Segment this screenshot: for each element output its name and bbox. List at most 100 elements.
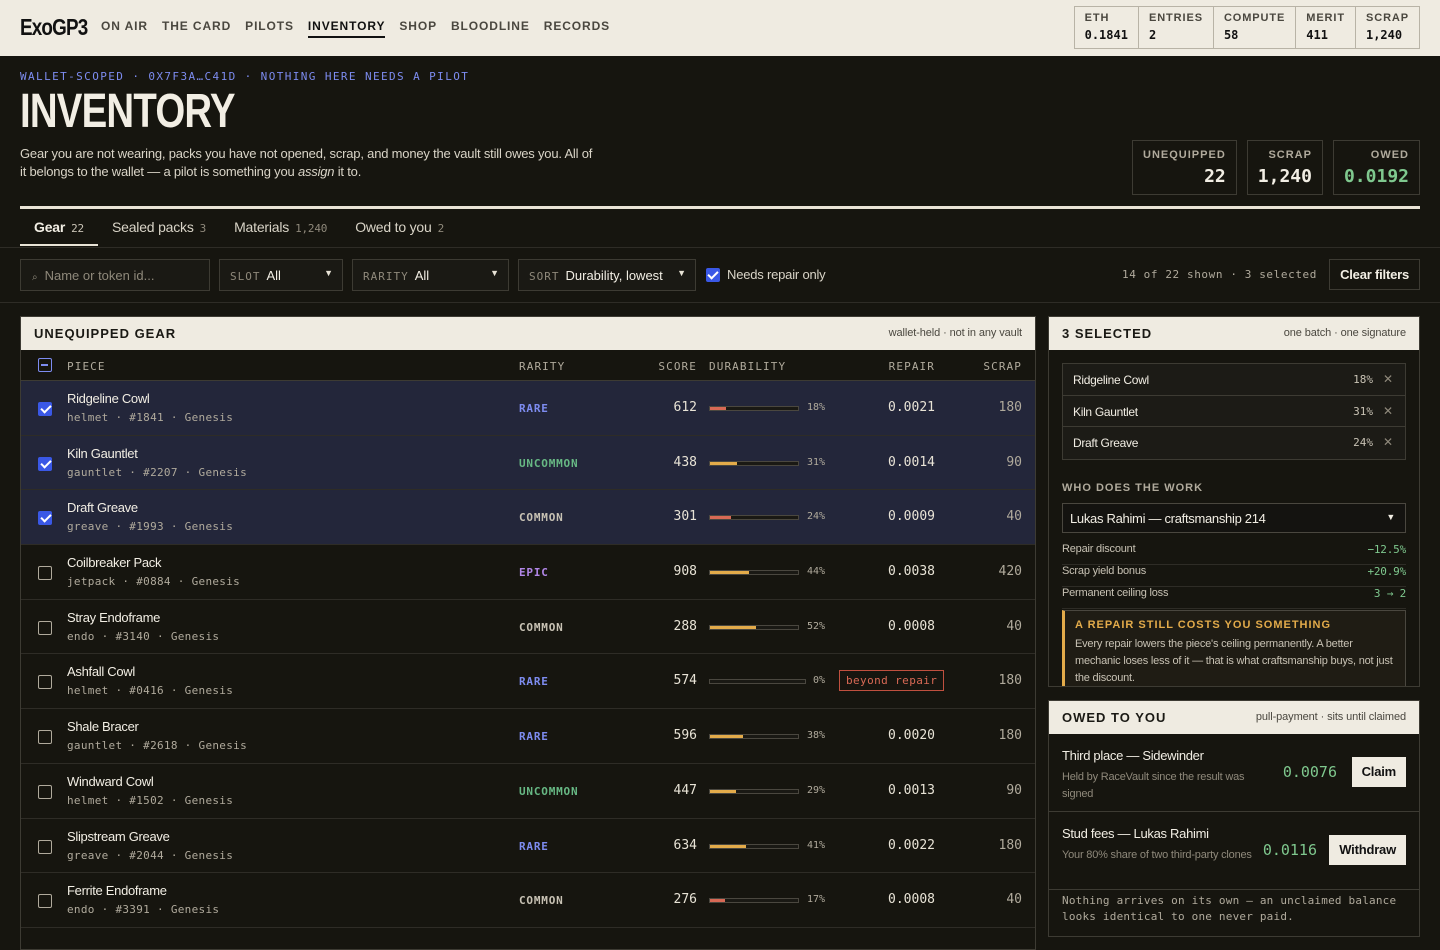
chevron-down-icon: ▼ — [324, 268, 333, 278]
wallet-compute: COMPUTE 58 — [1214, 7, 1297, 48]
score-value: 276 — [673, 892, 697, 908]
durability-fill — [710, 625, 756, 629]
piece-name: Stray Endoframe — [67, 609, 161, 625]
table-row[interactable]: Stray Endoframe endo · #3140 · Genesis COM… — [21, 600, 1035, 655]
durability-percent: 29% — [807, 784, 826, 796]
results-count: 14 of 22 shown · 3 selected — [1121, 268, 1317, 281]
nav-pilots[interactable]: PILOTS — [245, 19, 294, 38]
row-checkbox[interactable] — [38, 894, 52, 909]
wallet-value: 0.1841 — [1084, 28, 1128, 42]
select-all-checkbox[interactable] — [38, 358, 52, 372]
row-checkbox[interactable] — [38, 456, 52, 471]
row-checkbox[interactable] — [38, 675, 52, 690]
table-row[interactable]: Ferrite Endoframe endo · #3391 · Genesis C… — [21, 873, 1035, 928]
durability-fill — [710, 899, 725, 903]
col-repair[interactable]: REPAIR — [889, 360, 935, 373]
search-icon: ⌕ — [32, 272, 38, 283]
close-icon[interactable]: ✕ — [1383, 435, 1393, 449]
table-row[interactable]: Ridgeline Cowl helmet · #1841 · Genesis RA… — [21, 381, 1035, 436]
repair-only-checkbox[interactable] — [706, 268, 720, 282]
close-icon[interactable]: ✕ — [1383, 372, 1393, 386]
wallet-label: ENTRIES — [1148, 12, 1203, 24]
search-input[interactable]: ⌕ Name or token id... — [20, 259, 210, 291]
withdraw-button[interactable]: Withdraw — [1329, 835, 1406, 865]
durability-bar — [709, 898, 799, 904]
slot-label: SLOT — [230, 270, 261, 283]
mechanic-select[interactable]: Lukas Rahimi — craftsmanship 214 ▼ — [1062, 503, 1406, 533]
tab-materials[interactable]: Materials 1,240 — [220, 210, 341, 246]
rarity-label: COMMON — [519, 620, 564, 634]
selection-panel-header: 3 SELECTED one batch · one signature — [1049, 317, 1419, 350]
rarity-label: EPIC — [519, 566, 549, 580]
table-row[interactable]: Ashfall Cowl helmet · #0416 · Genesis RARE… — [21, 654, 1035, 710]
clear-filters-button[interactable]: Clear filters — [1329, 259, 1420, 290]
table-row[interactable]: Slipstream Greave greave · #2044 · Genesi… — [21, 819, 1035, 874]
selected-items-list: Ridgeline Cowl 18% ✕ Kiln Gauntlet 31% ✕ Draft… — [1062, 363, 1406, 461]
warning-body: Every repair lowers the piece's ceiling … — [1075, 638, 1393, 684]
gear-panel-title: UNEQUIPPED GEAR — [34, 326, 177, 341]
col-piece[interactable]: PIECE — [67, 360, 106, 373]
mechanic-stat: Scrap yield bonus +20.9% — [1062, 565, 1406, 587]
main-nav: ON AIR THE CARD PILOTS INVENTORY SHOP BLOODLI… — [101, 19, 610, 38]
owed-item: Third place — Sidewinder Held by RaceVaul… — [1049, 734, 1419, 812]
row-checkbox[interactable] — [38, 402, 52, 416]
wallet-merit: MERIT 411 — [1296, 7, 1356, 48]
nav-records[interactable]: RECORDS — [544, 19, 610, 38]
durability-fill — [710, 516, 732, 520]
nav-bloodline[interactable]: BLOODLINE — [451, 19, 530, 38]
stat-scrap: SCRAP 1,240 — [1246, 140, 1323, 195]
app-logo[interactable]: ExoGP3 — [20, 14, 88, 41]
worker-heading: WHO DOES THE WORK — [1062, 482, 1204, 494]
table-row[interactable]: Windward Cowl helmet · #1502 · Genesis UNC… — [21, 764, 1035, 819]
score-value: 301 — [673, 509, 697, 525]
repair-only-label[interactable]: Needs repair only — [727, 267, 826, 282]
tab-gear[interactable]: Gear 22 — [20, 210, 98, 246]
piece-name: Windward Cowl — [67, 773, 154, 789]
owed-panel-header: OWED TO YOU pull-payment · sits until cl… — [1049, 701, 1419, 734]
table-row[interactable]: Coilbreaker Pack jetpack · #0884 · Genesi… — [21, 545, 1035, 600]
close-icon[interactable]: ✕ — [1383, 404, 1393, 418]
wallet-value: 58 — [1223, 28, 1239, 42]
scrap-value: 90 — [1006, 782, 1022, 798]
claim-button[interactable]: Claim — [1351, 757, 1406, 787]
table-row[interactable]: Draft Greave greave · #1993 · Genesis COMM… — [21, 490, 1035, 546]
col-scrap[interactable]: SCRAP — [983, 360, 1022, 373]
row-checkbox[interactable] — [38, 566, 52, 581]
row-checkbox[interactable] — [38, 784, 52, 799]
chevron-down-icon: ▼ — [490, 268, 499, 278]
table-row[interactable]: Kiln Gauntlet gauntlet · #2207 · Genesis U… — [21, 435, 1035, 491]
gear-table-body: Ridgeline Cowl helmet · #1841 · Genesis RA… — [21, 381, 1035, 928]
scrap-value: 40 — [1006, 509, 1022, 525]
col-score[interactable]: SCORE — [658, 360, 697, 373]
tab-sealed-packs[interactable]: Sealed packs 3 — [98, 210, 220, 246]
nav-the-card[interactable]: THE CARD — [162, 19, 231, 38]
rarity-label: COMMON — [519, 894, 564, 908]
wallet-label: COMPUTE — [1223, 12, 1286, 24]
sort-select[interactable]: SORT Durability, lowest ▼ — [518, 259, 696, 291]
piece-meta: gauntlet · #2207 · Genesis — [67, 465, 247, 479]
durability-fill — [710, 735, 744, 739]
slot-value: All — [266, 268, 281, 283]
slot-select[interactable]: SLOT All ▼ — [219, 259, 343, 291]
stat-value: 1,240 — [1257, 166, 1312, 187]
table-row[interactable]: Shale Bracer gauntlet · #2618 · Genesis RA… — [21, 709, 1035, 764]
owed-item-description: Held by RaceVault since the result was s… — [1062, 771, 1245, 800]
tab-label: Materials — [234, 219, 290, 235]
durability-bar — [709, 734, 799, 740]
nav-inventory[interactable]: INVENTORY — [307, 19, 386, 38]
owed-footer-note: Nothing arrives on its own — an unclaime… — [1062, 894, 1397, 923]
row-checkbox[interactable] — [38, 511, 52, 526]
durability-bar — [709, 570, 799, 576]
tab-owed-to-you[interactable]: Owed to you 2 — [341, 210, 458, 246]
repair-cost: 0.0009 — [888, 509, 935, 525]
col-rarity[interactable]: RARITY — [519, 360, 565, 373]
col-durability[interactable]: DURABILITY — [709, 360, 786, 373]
nav-on-air[interactable]: ON AIR — [101, 19, 148, 38]
nav-shop[interactable]: SHOP — [399, 19, 437, 38]
rarity-select[interactable]: RARITY All ▼ — [352, 259, 509, 291]
selection-title: 3 SELECTED — [1062, 326, 1153, 341]
row-checkbox[interactable] — [38, 839, 52, 854]
rarity-label: RARE — [519, 730, 549, 744]
row-checkbox[interactable] — [38, 620, 52, 635]
row-checkbox[interactable] — [38, 730, 52, 745]
